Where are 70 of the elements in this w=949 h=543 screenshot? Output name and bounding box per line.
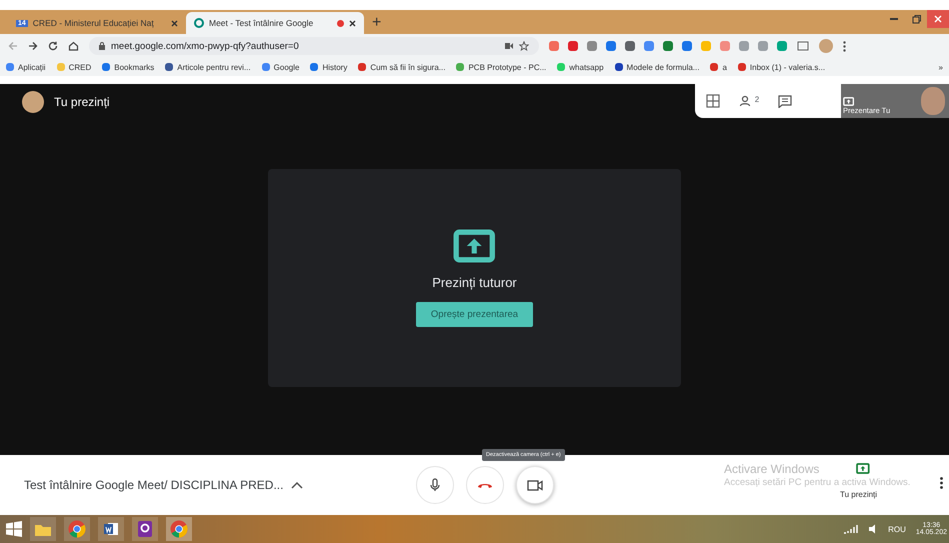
- microphone-button[interactable]: [416, 466, 454, 504]
- bookmark-link[interactable]: Bookmarks: [102, 62, 154, 72]
- cast-icon[interactable]: [797, 41, 809, 51]
- share-screen-icon: [843, 97, 854, 106]
- grid-icon[interactable]: [706, 94, 720, 108]
- share-screen-icon: [856, 463, 870, 474]
- extension-icon[interactable]: [644, 41, 654, 51]
- browser-tab[interactable]: Meet - Test întâlnire Google: [186, 12, 364, 34]
- restore-icon: [912, 14, 920, 24]
- extension-icon[interactable]: [682, 41, 692, 51]
- close-icon[interactable]: [349, 20, 356, 26]
- chat-icon[interactable]: [778, 94, 792, 108]
- caret-icon[interactable]: [291, 481, 304, 489]
- meeting-title[interactable]: Test întâlnire Google Meet/ DISCIPLINA PRED...: [24, 478, 284, 492]
- word-icon[interactable]: [103, 521, 119, 537]
- chrome-icon[interactable]: [170, 520, 188, 538]
- activation-title: Activare Windows: [724, 462, 820, 476]
- home-icon[interactable]: [68, 41, 79, 51]
- reload-icon[interactable]: [48, 41, 58, 51]
- presenting-button[interactable]: [856, 463, 870, 474]
- bookmark-link[interactable]: PCB Prototype - PC...: [456, 62, 546, 72]
- extension-icon[interactable]: [777, 41, 787, 51]
- language-indicator[interactable]: ROU: [888, 524, 906, 534]
- signal-icon: [844, 524, 858, 534]
- bookmark-link[interactable]: Cum să fii în sigura...: [358, 62, 446, 72]
- user-avatar: [22, 91, 44, 113]
- new-tab-button[interactable]: +: [372, 12, 382, 34]
- minimize-icon: [890, 18, 898, 20]
- chrome-icon[interactable]: [68, 520, 86, 538]
- person-figure: [921, 87, 945, 115]
- menu-icon[interactable]: [843, 40, 846, 52]
- bookmark-link[interactable]: Modele de formula...: [614, 62, 700, 72]
- bookmark-link[interactable]: History: [310, 62, 348, 72]
- bookmark-link[interactable]: CRED: [56, 62, 92, 72]
- close-icon[interactable]: [171, 20, 178, 26]
- close-button[interactable]: [927, 10, 949, 28]
- bookmark-link[interactable]: a: [710, 62, 727, 72]
- forward-icon[interactable]: [28, 41, 38, 51]
- bookmark-link[interactable]: Google: [262, 62, 300, 72]
- extension-icon[interactable]: [549, 41, 559, 51]
- more-options-icon[interactable]: [940, 477, 943, 489]
- lock-icon: [99, 42, 105, 50]
- extension-icon[interactable]: [625, 41, 635, 51]
- camera-icon: [527, 480, 543, 490]
- microphone-icon: [430, 478, 440, 492]
- bookmark-link[interactable]: Aplicații: [6, 62, 46, 72]
- bookmark-link[interactable]: Articole pentru revi...: [165, 62, 251, 72]
- share-screen-icon: [453, 228, 496, 262]
- app-icon[interactable]: [138, 521, 152, 537]
- phone-icon: [477, 481, 493, 489]
- extension-icon[interactable]: [606, 41, 616, 51]
- extension-icon[interactable]: [587, 41, 597, 51]
- extension-icon[interactable]: [568, 41, 578, 51]
- address-field[interactable]: meet.google.com/xmo-pwyp-qfy?authuser=0: [89, 37, 539, 55]
- extension-icon[interactable]: [663, 41, 673, 51]
- more-bookmarks-button[interactable]: »: [938, 62, 943, 72]
- stop-presenting-button[interactable]: Oprește prezentarea: [416, 302, 534, 326]
- bookmark-link[interactable]: whatsapp: [557, 62, 604, 72]
- presenter-label: Tu prezinți: [54, 95, 110, 109]
- meet-icon: [194, 18, 204, 28]
- presenting-label: Tu prezinți: [840, 490, 878, 499]
- close-icon: [934, 15, 942, 23]
- activation-text: Accesați setări PC pentru a activa Windows.: [724, 477, 910, 488]
- people-count: 2: [754, 95, 760, 104]
- camera-icon[interactable]: [505, 43, 513, 49]
- card-title: Prezinți tuturor: [432, 274, 517, 290]
- windows-start-icon[interactable]: [6, 521, 22, 537]
- bookmark-link[interactable]: Inbox (1) - valeria.s...: [738, 62, 826, 72]
- camera-button[interactable]: [516, 466, 554, 504]
- star-icon[interactable]: [519, 41, 529, 51]
